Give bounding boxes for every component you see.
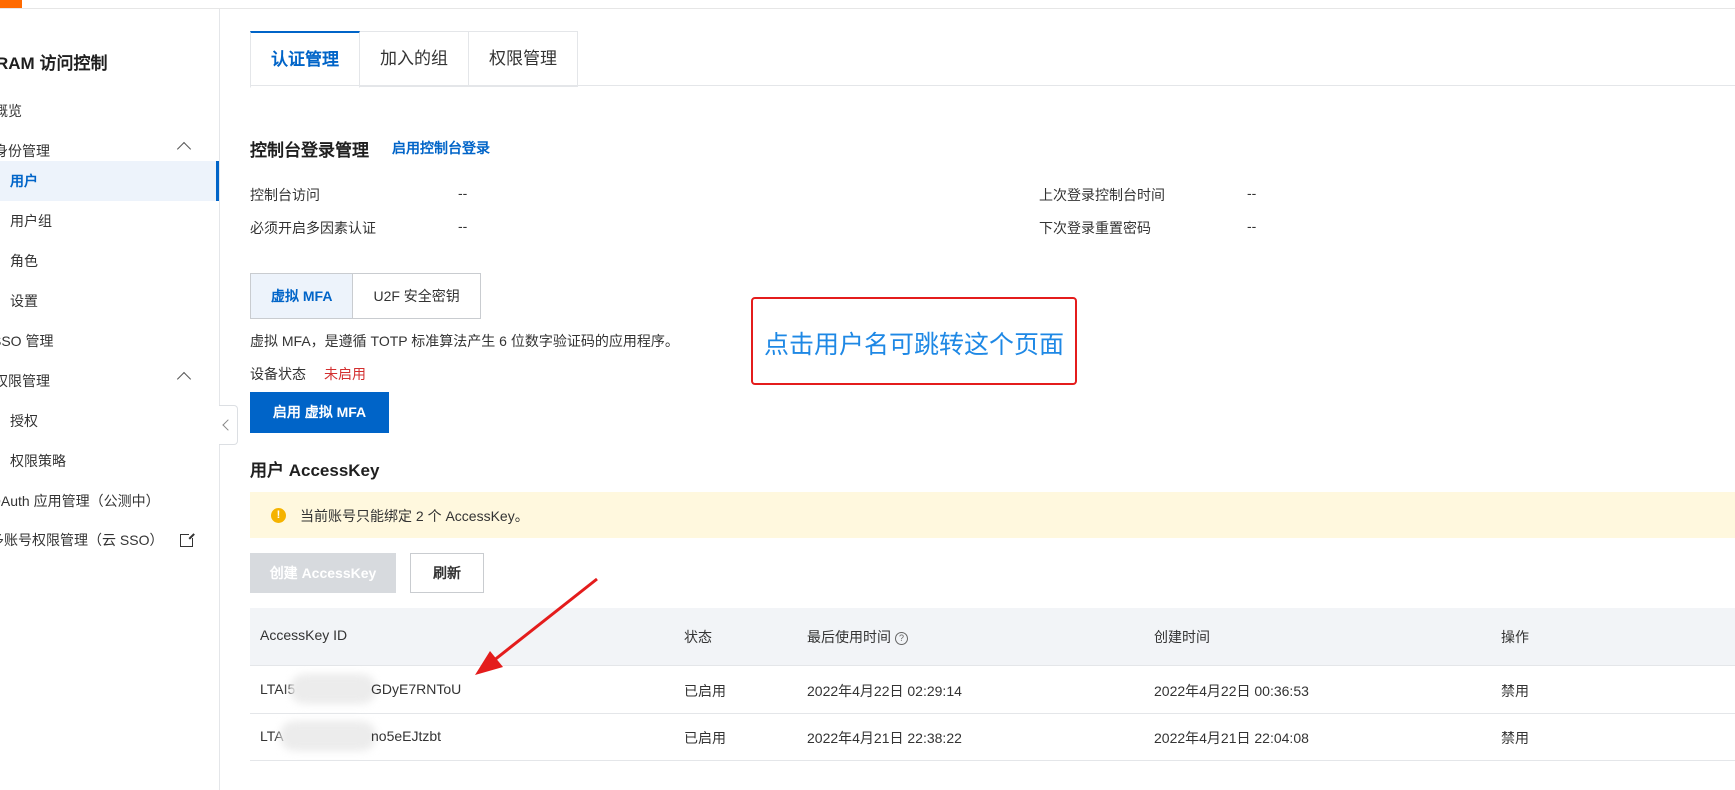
tab-bar: 认证管理 加入的组 权限管理: [250, 31, 578, 88]
device-status-label: 设备状态: [250, 366, 306, 382]
field-value: --: [458, 218, 468, 234]
tab-u2f-key[interactable]: U2F 安全密钥: [353, 274, 479, 318]
redaction-mask: [290, 674, 376, 704]
tab-authentication[interactable]: 认证管理: [250, 31, 360, 88]
last-used-time: 2022年4月22日 02:29:14: [807, 683, 962, 699]
sidebar-item-oauth[interactable]: OAuth 应用管理（公测中）: [0, 481, 219, 521]
chevron-left-icon: [222, 419, 234, 431]
sidebar-item-label: 用户: [10, 173, 38, 189]
sidebar-item-label: 权限管理: [0, 373, 50, 389]
accesskey-title: 用户 AccessKey: [250, 461, 380, 480]
notice-banner: ! 当前账号只能绑定 2 个 AccessKey。: [250, 492, 1735, 538]
status-text: 已启用: [684, 730, 726, 746]
chevron-up-icon: [176, 141, 192, 157]
accesskey-id-suffix: no5eEJtzbt: [371, 728, 442, 744]
table-row: LTAI5 GDyE7RNToU 已启用 2022年4月22日 02:29:14…: [250, 666, 1735, 714]
field-label: 必须开启多因素认证: [250, 220, 376, 236]
sidebar-item-roles[interactable]: 角色: [0, 241, 219, 281]
enable-virtual-mfa-button[interactable]: 启用 虚拟 MFA: [250, 392, 389, 433]
tab-divider: [250, 85, 1735, 86]
external-link-icon: [180, 532, 195, 547]
disable-link[interactable]: 禁用: [1501, 728, 1529, 748]
sidebar-item-grants[interactable]: 授权: [0, 401, 219, 441]
notice-text: 当前账号只能绑定 2 个 AccessKey。: [300, 508, 529, 524]
table-row: LTA no5eEJtzbt 已启用 2022年4月21日 22:38:22 2…: [250, 713, 1735, 761]
help-icon[interactable]: ?: [895, 632, 908, 645]
device-status-value: 未启用: [324, 366, 366, 382]
sidebar-item-settings[interactable]: 设置: [0, 281, 219, 321]
created-time: 2022年4月22日 00:36:53: [1154, 683, 1309, 699]
sidebar-item-user-groups[interactable]: 用户组: [0, 201, 219, 241]
tab-virtual-mfa[interactable]: 虚拟 MFA: [251, 274, 354, 318]
sidebar-item-overview[interactable]: 概览: [0, 91, 219, 131]
top-bar: [0, 0, 1735, 9]
enable-console-login-link[interactable]: 启用控制台登录: [392, 138, 490, 158]
field-label: 下次登录重置密码: [1039, 220, 1151, 236]
redaction-mask: [280, 721, 376, 751]
sidebar-item-label: 设置: [10, 293, 38, 309]
field-value: --: [458, 185, 468, 201]
sidebar-item-label: 授权: [10, 413, 38, 429]
column-header: AccessKey ID: [260, 627, 348, 643]
sidebar-item-label: 概览: [0, 103, 22, 119]
sidebar-item-label: 用户组: [10, 213, 52, 229]
column-header: 状态: [684, 629, 712, 645]
sidebar-item-label: 权限策略: [10, 453, 66, 469]
sidebar-item-label: SSO 管理: [0, 333, 54, 349]
sidebar-title: RAM 访问控制: [0, 54, 108, 73]
sidebar-item-policies[interactable]: 权限策略: [0, 441, 219, 481]
status-text: 已启用: [684, 683, 726, 699]
field-label: 上次登录控制台时间: [1039, 187, 1165, 203]
field-value: --: [1247, 218, 1257, 234]
sidebar: RAM 访问控制 概览 身份管理 用户 用户组 角色 设置 SSO 管理 权限管…: [0, 9, 220, 790]
mfa-description: 虚拟 MFA，是遵循 TOTP 标准算法产生 6 位数字验证码的应用程序。: [250, 333, 679, 349]
column-header: 最后使用时间: [807, 629, 891, 645]
mfa-type-switch: 虚拟 MFA U2F 安全密钥: [250, 273, 481, 319]
accesskey-id-suffix: GDyE7RNToU: [371, 681, 462, 697]
column-header: 操作: [1501, 629, 1529, 645]
annotation-callout: 点击用户名可跳转这个页面: [751, 297, 1077, 385]
tab-permissions[interactable]: 权限管理: [469, 31, 578, 87]
last-used-time: 2022年4月21日 22:38:22: [807, 730, 962, 746]
field-label: 控制台访问: [250, 187, 320, 203]
brand-logo[interactable]: [0, 0, 22, 8]
refresh-button[interactable]: 刷新: [410, 553, 484, 593]
sidebar-item-sso[interactable]: SSO 管理: [0, 321, 219, 361]
column-header: 创建时间: [1154, 629, 1210, 645]
sidebar-group-permissions[interactable]: 权限管理: [0, 361, 219, 401]
console-login-title: 控制台登录管理: [250, 141, 369, 160]
created-time: 2022年4月21日 22:04:08: [1154, 730, 1309, 746]
sidebar-item-cloud-sso[interactable]: 多账号权限管理（云 SSO）: [0, 520, 219, 560]
sidebar-collapse-button[interactable]: [219, 405, 238, 445]
column-header-last-used: 最后使用时间?: [807, 627, 908, 647]
sidebar-item-label: OAuth 应用管理（公测中）: [0, 493, 160, 509]
disable-link[interactable]: 禁用: [1501, 681, 1529, 701]
tab-joined-groups[interactable]: 加入的组: [360, 31, 469, 87]
create-accesskey-button[interactable]: 创建 AccessKey: [250, 553, 396, 593]
sidebar-item-label: 多账号权限管理（云 SSO）: [0, 532, 164, 548]
sidebar-item-label: 角色: [10, 253, 38, 269]
annotation-text: 点击用户名可跳转这个页面: [764, 331, 1065, 359]
chevron-up-icon: [176, 371, 192, 387]
table-header: AccessKey ID 状态 最后使用时间? 创建时间 操作: [250, 608, 1735, 666]
field-value: --: [1247, 185, 1257, 201]
sidebar-item-users[interactable]: 用户: [0, 161, 219, 201]
warning-icon: !: [271, 508, 286, 523]
